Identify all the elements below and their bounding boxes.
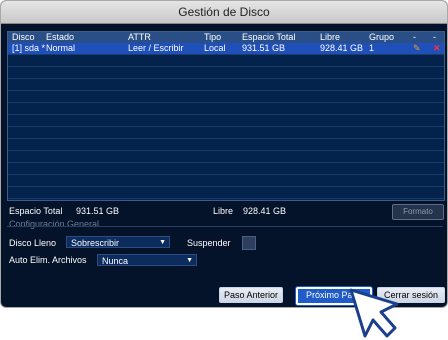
disk-full-label: Disco Lleno	[9, 238, 57, 248]
disk-management-dialog: Gestión de Disco Disco Estado ATTR Tipo …	[0, 0, 448, 308]
chevron-down-icon: ▼	[186, 257, 193, 264]
window-title: Gestión de Disco	[1, 1, 447, 24]
total-space-label: Espacio Total	[9, 206, 63, 216]
header-estado: Estado	[46, 32, 75, 42]
table-row[interactable]: [1] sda * Normal Leer / Escribir Local 9…	[8, 43, 444, 54]
pencil-icon[interactable]: ✎	[413, 43, 421, 54]
suspend-label: Suspender	[187, 238, 231, 248]
cell-disco: [1] sda *	[12, 43, 46, 53]
hand-pointer-icon	[349, 288, 399, 338]
cell-tipo: Local	[204, 43, 226, 53]
disk-full-value: Sobrescribir	[71, 238, 120, 248]
table-header: Disco Estado ATTR Tipo Espacio Total Lib…	[8, 32, 444, 43]
table-grid	[8, 43, 444, 200]
previous-step-button[interactable]: Paso Anterior	[219, 287, 283, 303]
cell-libre: 928.41 GB	[320, 43, 364, 53]
auto-delete-select[interactable]: Nunca ▼	[97, 254, 197, 266]
cell-espacio-total: 931.51 GB	[242, 43, 286, 53]
auto-delete-value: Nunca	[102, 256, 129, 266]
header-espacio-total: Espacio Total	[242, 32, 296, 42]
format-button[interactable]: Formato	[392, 204, 444, 220]
x-icon[interactable]: ✕	[433, 43, 441, 54]
header-delete: -	[433, 32, 436, 42]
header-libre: Libre	[320, 32, 341, 42]
cell-estado: Normal	[46, 43, 76, 53]
free-space-value: 928.41 GB	[243, 206, 287, 216]
header-grupo: Grupo	[369, 32, 395, 42]
header-edit: -	[413, 32, 416, 42]
disk-full-select[interactable]: Sobrescribir ▼	[66, 236, 170, 248]
general-config-label: Configuración General	[9, 219, 100, 229]
chevron-down-icon: ▼	[159, 239, 166, 246]
cell-grupo: 1	[369, 43, 375, 53]
suspend-checkbox[interactable]	[242, 236, 256, 250]
header-tipo: Tipo	[204, 32, 222, 42]
cell-attr: Leer / Escribir	[128, 43, 184, 53]
header-disco: Disco	[12, 32, 35, 42]
auto-delete-label: Auto Elim. Archivos	[9, 255, 87, 265]
section-divider	[7, 226, 443, 227]
header-attr: ATTR	[128, 32, 151, 42]
disk-table: Disco Estado ATTR Tipo Espacio Total Lib…	[7, 31, 445, 201]
total-space-value: 931.51 GB	[76, 206, 120, 216]
free-space-label: Libre	[213, 206, 234, 216]
